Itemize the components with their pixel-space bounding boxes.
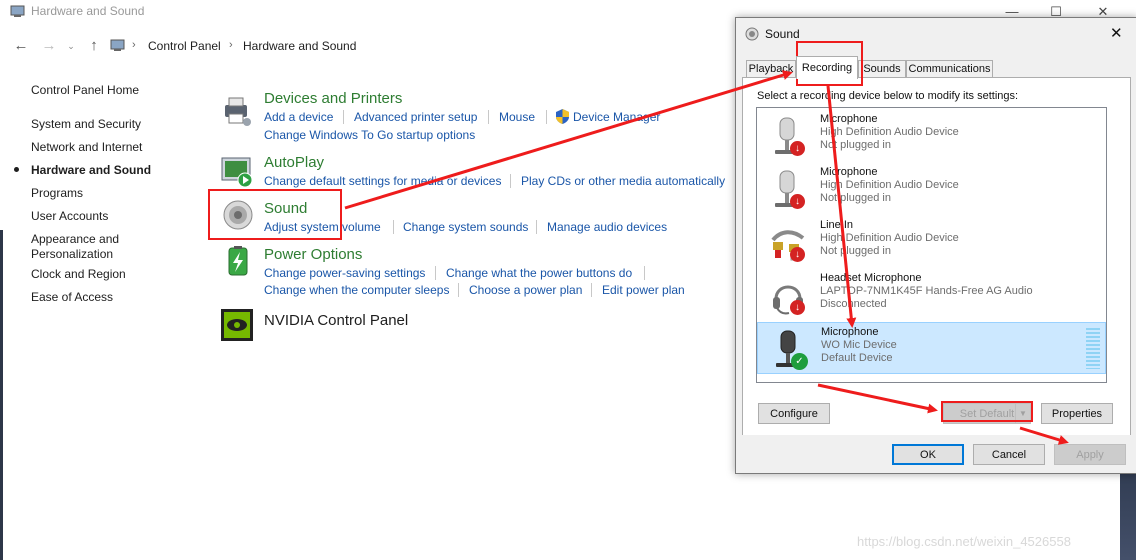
tab-recording[interactable]: Recording [796,56,858,79]
annotation-arrows [344,70,1069,445]
arrow-sound-to-recording [344,70,793,210]
arrow-device-to-set-default [817,383,938,414]
arrow-set-default-to-apply [1019,426,1069,445]
watermark: https://blog.csdn.net/weixin_4526558 [857,534,1071,549]
arrow-recording-to-device [826,85,857,328]
